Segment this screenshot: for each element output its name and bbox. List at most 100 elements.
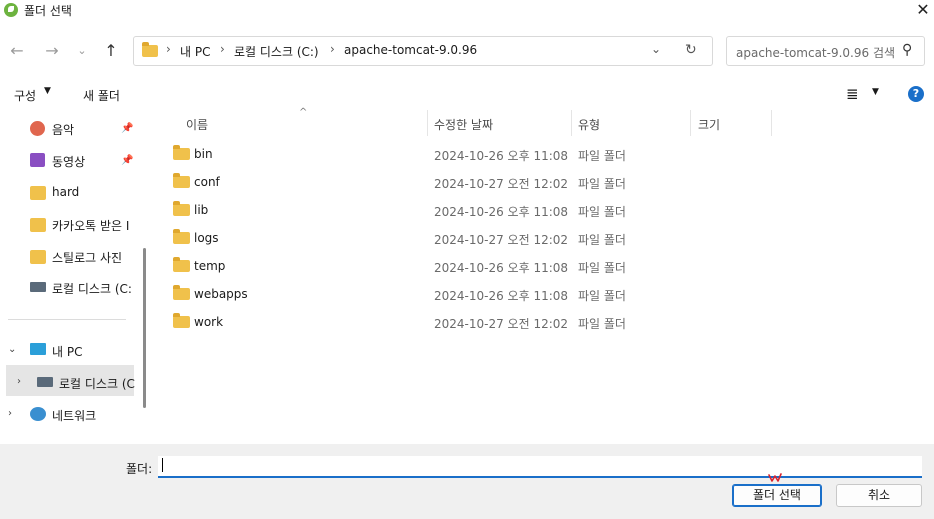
view-options-icon[interactable]: ≣ <box>846 85 859 103</box>
music-icon <box>30 121 45 136</box>
sidebar-item-kakaotalk[interactable]: 카카오톡 받은 I <box>0 210 140 238</box>
pin-icon: 📌 <box>121 123 134 134</box>
column-divider[interactable] <box>427 110 428 136</box>
list-item[interactable]: lib 2024-10-26 오후 11:08 파일 폴더 <box>172 196 772 224</box>
chevron-right-icon: › <box>220 42 225 56</box>
computer-icon <box>30 343 46 355</box>
recent-locations-chevron-icon[interactable]: ⌄ <box>72 40 92 62</box>
sidebar-item-videos[interactable]: 동영상 📌 <box>0 146 140 174</box>
list-item[interactable]: logs 2024-10-27 오전 12:02 파일 폴더 <box>172 224 772 252</box>
chevron-right-icon: › <box>330 42 335 56</box>
file-type: 파일 폴더 <box>578 205 626 219</box>
up-arrow-icon[interactable]: ↑ <box>101 40 121 62</box>
sidebar-item-steelrog-photos[interactable]: 스틸로그 사진 <box>0 242 140 270</box>
file-date: 2024-10-26 오후 11:08 <box>434 205 569 219</box>
folder-icon <box>30 250 46 264</box>
search-placeholder: apache-tomcat-9.0.96 검색 <box>736 46 896 60</box>
chevron-right-icon[interactable]: › <box>17 376 21 387</box>
file-list: ^ 이름 수정한 날짜 유형 크기 bin 2024-10-26 오후 11:0… <box>152 107 934 444</box>
breadcrumb-item[interactable]: 로컬 디스크 (C:) <box>234 43 319 60</box>
file-name: work <box>194 315 224 329</box>
command-bar: 구성 ▼ 새 폴더 ≣ ▼ ? <box>0 80 934 110</box>
sidebar-item-music[interactable]: 음악 📌 <box>0 114 140 142</box>
sidebar-item-label: 동영상 <box>52 155 86 169</box>
folder-icon <box>173 229 190 244</box>
spring-app-icon <box>4 3 18 17</box>
folder-icon <box>173 257 190 272</box>
column-divider[interactable] <box>571 110 572 136</box>
folder-name-input[interactable] <box>158 456 922 478</box>
cancel-button[interactable]: 취소 <box>836 484 922 507</box>
list-item[interactable]: temp 2024-10-26 오후 11:08 파일 폴더 <box>172 252 772 280</box>
refresh-icon[interactable]: ↻ <box>685 42 697 58</box>
sidebar-item-local-disk[interactable]: › 로컬 디스크 (C <box>0 368 140 396</box>
organize-button[interactable]: 구성 <box>14 87 36 104</box>
sidebar-scrollbar[interactable] <box>143 248 146 408</box>
search-box[interactable]: apache-tomcat-9.0.96 검색 ⚲ <box>726 36 925 66</box>
file-date: 2024-10-27 오전 12:02 <box>434 177 569 191</box>
file-type: 파일 폴더 <box>578 261 626 275</box>
column-divider[interactable] <box>771 110 772 136</box>
video-icon <box>30 153 45 167</box>
column-divider[interactable] <box>690 110 691 136</box>
search-icon[interactable]: ⚲ <box>902 42 912 58</box>
file-date: 2024-10-27 오전 12:02 <box>434 233 569 247</box>
caret-down-icon[interactable]: ▼ <box>872 87 879 97</box>
caret-down-icon[interactable]: ▼ <box>44 86 51 96</box>
chevron-down-icon[interactable]: ⌄ <box>651 42 661 56</box>
column-header-date[interactable]: 수정한 날짜 <box>434 116 493 133</box>
file-name: conf <box>194 175 220 189</box>
file-type: 파일 폴더 <box>578 317 626 331</box>
list-item[interactable]: work 2024-10-27 오전 12:02 파일 폴더 <box>172 308 772 336</box>
file-type: 파일 폴더 <box>578 289 626 303</box>
file-date: 2024-10-27 오전 12:02 <box>434 317 569 331</box>
new-folder-button[interactable]: 새 폴더 <box>83 87 120 104</box>
sidebar-item-label: 스틸로그 사진 <box>52 251 123 265</box>
sidebar-item-hard[interactable]: hard <box>0 178 140 206</box>
sidebar-item-local-disk-quick[interactable]: 로컬 디스크 (C: <box>0 273 140 301</box>
text-cursor <box>162 458 163 472</box>
close-button[interactable]: ✕ <box>912 0 934 20</box>
divider <box>8 319 126 320</box>
drive-icon <box>37 377 53 387</box>
file-name: lib <box>194 203 209 217</box>
breadcrumb-item[interactable]: apache-tomcat-9.0.96 <box>344 43 477 57</box>
list-item[interactable]: bin 2024-10-26 오후 11:08 파일 폴더 <box>172 140 772 168</box>
file-date: 2024-10-26 오후 11:08 <box>434 289 569 303</box>
folder-icon <box>173 313 190 328</box>
file-date: 2024-10-26 오후 11:08 <box>434 149 569 163</box>
chevron-right-icon[interactable]: › <box>8 408 12 419</box>
file-name: webapps <box>194 287 248 301</box>
breadcrumb-item[interactable]: 내 PC <box>180 43 210 60</box>
sidebar-item-this-pc[interactable]: ⌄ 내 PC <box>0 336 140 364</box>
file-name: bin <box>194 147 213 161</box>
folder-icon <box>30 186 46 200</box>
dialog-footer: 폴더: 폴더 선택 취소 <box>0 444 934 519</box>
folder-icon <box>30 218 46 232</box>
folder-icon <box>173 201 190 216</box>
sidebar-item-label: 내 PC <box>52 345 83 359</box>
sort-ascending-icon: ^ <box>299 107 308 118</box>
sidebar-item-label: hard <box>52 185 80 199</box>
file-date: 2024-10-26 오후 11:08 <box>434 261 569 275</box>
column-header-size[interactable]: 크기 <box>698 116 720 133</box>
list-item[interactable]: webapps 2024-10-26 오후 11:08 파일 폴더 <box>172 280 772 308</box>
click-annotation-mark <box>768 473 782 482</box>
sidebar-item-network[interactable]: › 네트워크 <box>0 400 140 428</box>
help-icon[interactable]: ? <box>908 86 924 102</box>
address-bar[interactable]: › 내 PC › 로컬 디스크 (C:) › apache-tomcat-9.0… <box>133 36 713 66</box>
title-bar: 폴더 선택 ✕ <box>0 0 934 22</box>
column-header-name[interactable]: 이름 <box>186 116 208 133</box>
window-title: 폴더 선택 <box>24 4 72 18</box>
chevron-down-icon[interactable]: ⌄ <box>8 344 16 355</box>
select-folder-button[interactable]: 폴더 선택 <box>732 484 822 507</box>
forward-arrow-icon[interactable]: → <box>42 40 62 62</box>
file-name: logs <box>194 231 219 245</box>
column-header-type[interactable]: 유형 <box>578 116 600 133</box>
back-arrow-icon[interactable]: ← <box>7 40 27 62</box>
list-item[interactable]: conf 2024-10-27 오전 12:02 파일 폴더 <box>172 168 772 196</box>
drive-icon <box>30 282 46 292</box>
folder-icon <box>173 145 190 160</box>
sidebar-item-label: 네트워크 <box>52 409 97 423</box>
chevron-right-icon: › <box>166 42 171 56</box>
